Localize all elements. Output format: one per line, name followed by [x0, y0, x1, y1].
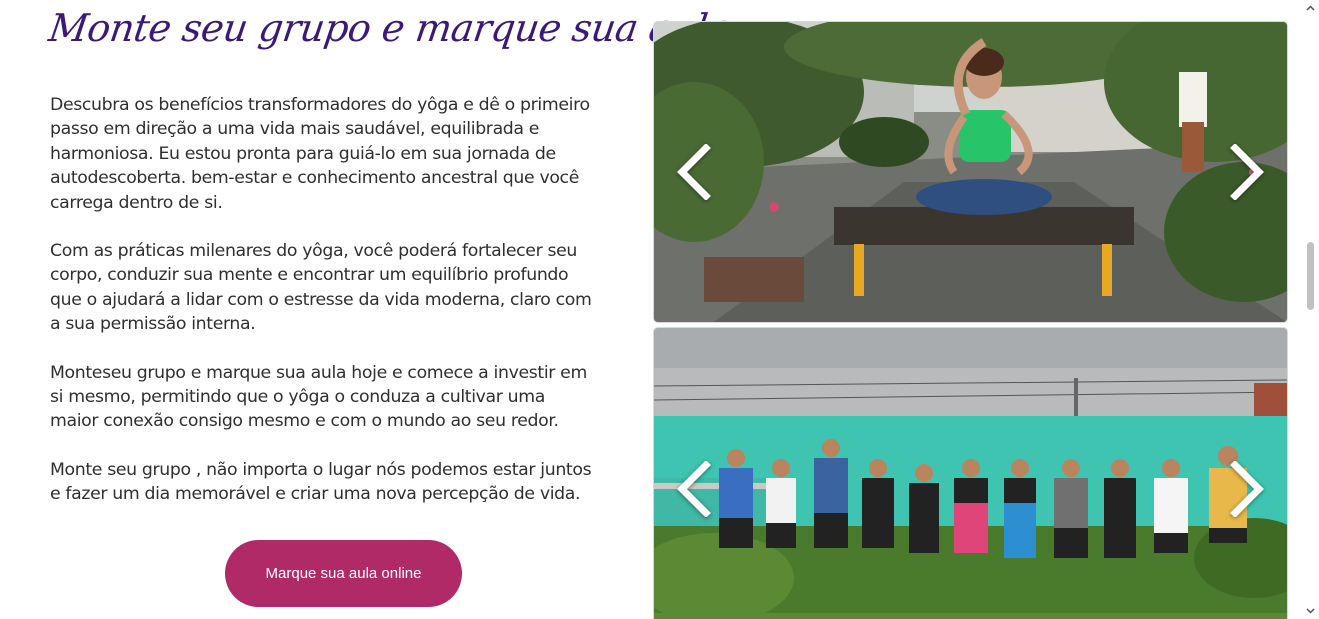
carousel-next-button[interactable] — [1229, 461, 1265, 517]
page-scrollbar[interactable] — [1302, 0, 1319, 619]
page: Monte seu grupo e marque sua aula Descub… — [0, 0, 1319, 619]
carousel-prev-button[interactable] — [676, 461, 712, 517]
paragraph-invest: Monteseu grupo e marque sua aula hoje e … — [50, 362, 587, 432]
chevron-right-icon — [1230, 461, 1264, 517]
section-body: Descubra os benefícios transformadores d… — [50, 93, 595, 531]
scroll-up-button[interactable] — [1302, 0, 1319, 16]
scrollbar-thumb[interactable] — [1307, 242, 1314, 310]
book-class-button[interactable]: Marque sua aula online — [225, 540, 462, 607]
carousel-prev-button[interactable] — [676, 144, 712, 200]
chevron-left-icon — [677, 144, 711, 200]
carousel-next-button[interactable] — [1229, 144, 1265, 200]
chevron-right-icon — [1230, 144, 1264, 200]
group-photo — [654, 328, 1287, 619]
photo-carousel-group — [653, 327, 1288, 619]
scroll-up-arrow-icon — [1306, 5, 1315, 11]
scroll-down-button[interactable] — [1302, 603, 1319, 619]
paragraph-benefits: Descubra os benefícios transformadores d… — [50, 95, 590, 213]
chevron-left-icon — [677, 461, 711, 517]
paragraph-practices: Com as práticas milenares do yôga, você … — [50, 241, 592, 335]
section-heading: Monte seu grupo e marque sua aula — [46, 6, 733, 50]
scroll-down-arrow-icon — [1306, 608, 1315, 614]
photo-carousel-meditation — [653, 21, 1288, 323]
meditation-photo — [654, 22, 1287, 322]
paragraph-group: Monte seu grupo , não importa o lugar nó… — [50, 459, 592, 505]
